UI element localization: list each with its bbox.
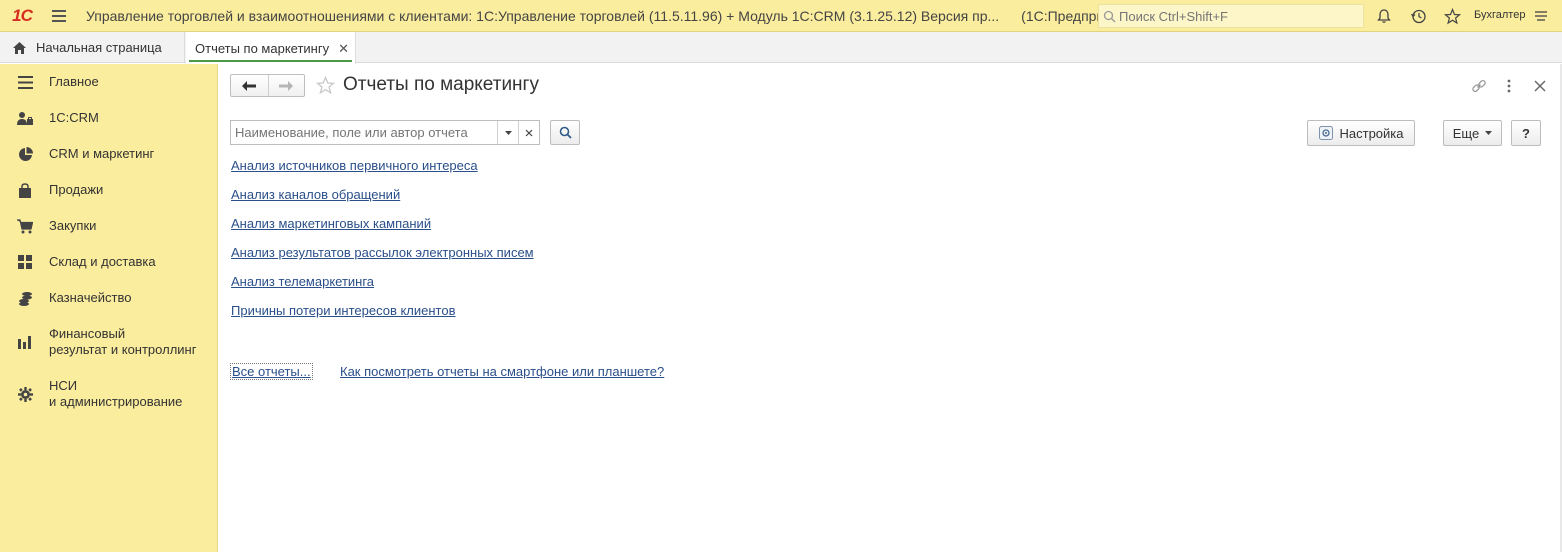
sidebar-item-label: Склад и доставка [49,254,156,269]
sidebar-item-label: CRM и маркетинг [49,146,155,161]
active-tab-indicator [189,60,352,62]
chevron-down-icon [504,130,512,135]
report-link-lost-interest[interactable]: Причины потери интересов клиентов [231,303,456,318]
page-title: Отчеты по маркетингу [343,74,539,95]
sidebar-item-label: 1С:CRM [49,110,99,125]
tab-marketing-reports[interactable]: Отчеты по маркетингу ✕ [186,32,356,64]
sidebar-item-label-line2: и администрирование [49,394,183,409]
close-form-icon[interactable] [1530,76,1550,96]
report-search-input[interactable] [231,121,497,144]
tab-bar: Начальная страница Отчеты по маркетингу … [0,32,1562,64]
settings-lines-icon[interactable] [1531,6,1551,26]
more-button-label: Еще [1452,125,1480,141]
more-button[interactable]: Еще [1443,120,1502,146]
search-button[interactable] [550,120,580,145]
sidebar-item-finance[interactable]: Финансовый результат и контроллинг [0,324,217,360]
report-link-email-mailing[interactable]: Анализ результатов рассылок электронных … [231,245,534,260]
report-link-request-channels[interactable]: Анализ каналов обращений [231,187,400,202]
settings-button[interactable]: Настройка [1307,120,1415,146]
current-user[interactable]: Бухгалтер [1474,9,1525,21]
sidebar-item-crm-marketing[interactable]: CRM и маркетинг [0,144,217,164]
help-button-label: ? [1522,125,1530,141]
settings-icon [1318,126,1333,140]
bell-icon[interactable] [1374,6,1394,26]
search-dropdown-button[interactable] [497,121,518,144]
close-icon[interactable]: ✕ [338,41,349,57]
user-crm-icon [16,109,34,127]
bar-chart-icon [16,333,34,351]
more-vertical-icon[interactable] [1499,76,1519,96]
report-link-primary-interest[interactable]: Анализ источников первичного интереса [231,158,478,173]
coins-icon [16,289,34,307]
sidebar-item-label-line1: НСИ [49,378,78,393]
sidebar-item-warehouse[interactable]: Склад и доставка [0,252,217,272]
tab-home[interactable]: Начальная страница [0,32,185,63]
top-bar: 1С Управление торговлей и взаимоотношени… [0,0,1562,32]
sidebar-item-sales[interactable]: Продажи [0,180,217,200]
tab-active-label: Отчеты по маркетингу [195,40,330,56]
sidebar-item-label: Закупки [49,218,97,233]
settings-button-label: Настройка [1339,125,1404,141]
sidebar-item-crm[interactable]: 1С:CRM [0,108,217,128]
favorite-star-icon[interactable] [315,75,336,98]
tab-home-label: Начальная страница [36,40,162,55]
sidebar-item-label-line2: результат и контроллинг [49,342,197,357]
app-logo[interactable]: 1С [0,0,44,32]
grid-icon [16,253,34,271]
pie-chart-icon [16,145,34,163]
cart-icon [16,217,34,235]
global-search[interactable] [1098,4,1364,28]
main-content: Отчеты по маркетингу Настройка Еще ? Ана… [218,64,1562,552]
gear-icon [16,385,34,403]
sidebar-item-admin[interactable]: НСИ и администрирование [0,376,217,412]
sidebar-item-label: Продажи [49,182,104,197]
arrow-right-icon [279,80,294,91]
help-button[interactable]: ? [1511,120,1541,146]
sidebar-item-treasury[interactable]: Казначейство [0,288,217,308]
sidebar-item-label-line1: Финансовый [49,326,126,341]
search-icon [559,126,572,139]
sidebar: Главное 1С:CRM CRM и маркетинг Продажи З… [0,64,218,552]
menu-lines-icon [16,73,34,91]
main-menu-icon[interactable] [44,0,74,32]
bag-icon [16,181,34,199]
home-icon [13,41,26,54]
sidebar-item-label: Главное [49,74,99,89]
favorites-star-icon[interactable] [1442,6,1462,26]
navigation-buttons [230,74,305,97]
clear-icon [525,129,533,136]
app-title: Управление торговлей и взаимоотношениями… [86,7,1000,24]
global-search-input[interactable] [1119,8,1359,24]
sidebar-item-label: Казначейство [49,290,132,305]
report-link-marketing-campaigns[interactable]: Анализ маркетинговых кампаний [231,216,431,231]
history-icon[interactable] [1408,6,1428,26]
sidebar-item-main[interactable]: Главное [0,72,217,92]
sidebar-item-label: НСИ и администрирование [49,378,182,410]
search-icon [1103,10,1116,22]
link-icon[interactable] [1469,76,1489,96]
report-search-field[interactable] [230,120,540,145]
back-button[interactable] [231,75,268,96]
chevron-down-icon [1485,131,1493,135]
sidebar-item-purchases[interactable]: Закупки [0,216,217,236]
sidebar-item-label: Финансовый результат и контроллинг [49,326,196,358]
logo-text: 1С [12,5,33,25]
all-reports-link[interactable]: Все отчеты... [230,363,313,380]
arrow-left-icon [242,80,257,91]
search-clear-button[interactable] [518,121,539,144]
forward-button[interactable] [267,75,305,96]
mobile-reports-help-link[interactable]: Как посмотреть отчеты на смартфоне или п… [340,364,664,379]
report-link-telemarketing[interactable]: Анализ телемаркетинга [231,274,374,289]
